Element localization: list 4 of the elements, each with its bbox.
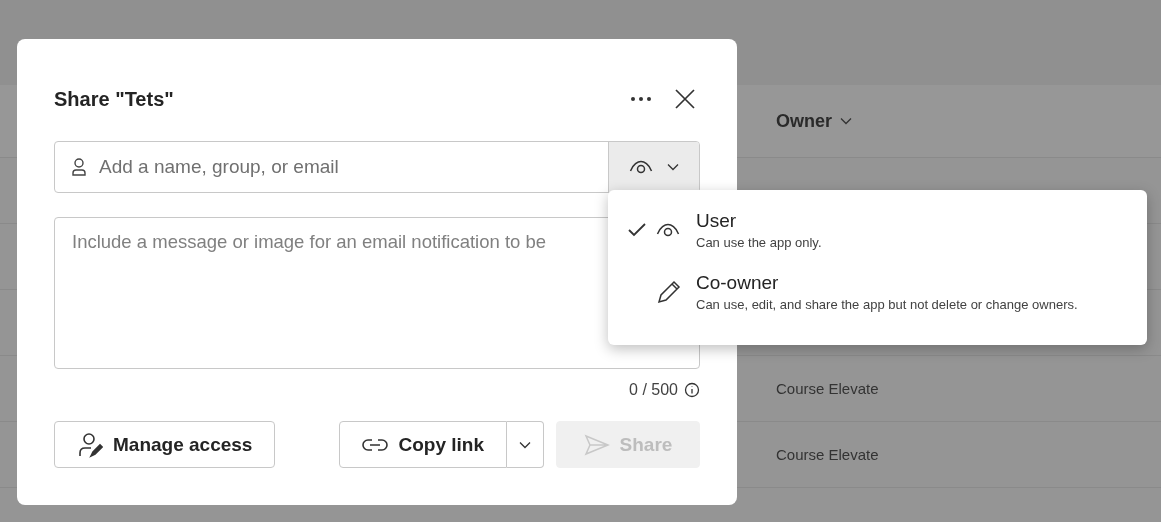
dialog-title: Share "Tets": [54, 87, 174, 111]
character-counter: 0 / 500: [629, 381, 678, 399]
table-cell-text: Course Elevate: [776, 446, 880, 463]
table-cell-text: Course Elevate: [776, 380, 880, 397]
